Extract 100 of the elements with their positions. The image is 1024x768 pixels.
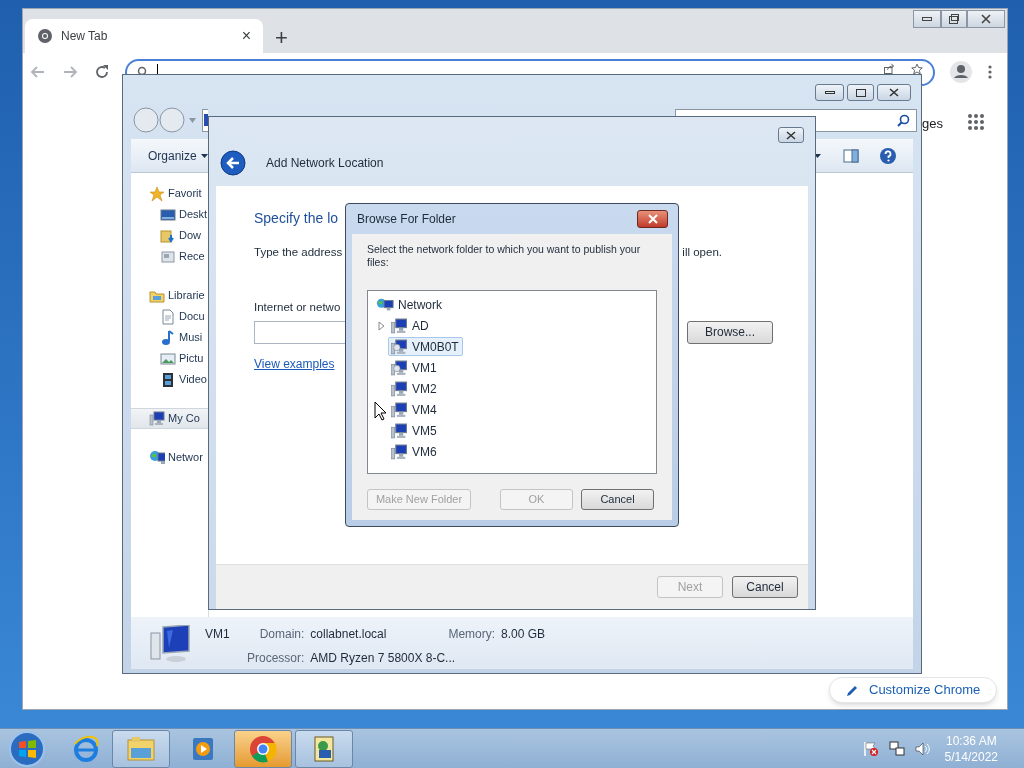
wizard-heading: Specify the lo — [254, 209, 339, 229]
computer-icon — [149, 410, 165, 427]
new-tab-button[interactable]: + — [275, 27, 288, 49]
computer-small-icon — [204, 114, 208, 126]
close-button[interactable] — [877, 84, 911, 101]
taskbar-button[interactable] — [112, 729, 170, 768]
menu-icon[interactable] — [987, 64, 993, 80]
action-center-flag-icon[interactable] — [862, 740, 879, 757]
clock-time: 10:36 AM — [945, 732, 997, 749]
profile-icon[interactable] — [949, 60, 973, 84]
field-label: Processor: — [247, 650, 305, 667]
customize-chrome-button[interactable]: Customize Chrome — [829, 677, 998, 703]
tree-item[interactable]: AD — [388, 316, 433, 335]
music-icon — [160, 329, 176, 346]
maximize-icon — [855, 88, 866, 97]
field-value: 8.00 GB — [501, 626, 547, 643]
browse-button[interactable]: Browse... — [687, 320, 773, 344]
taskbar-button[interactable] — [295, 729, 353, 768]
field-label: Internet or netwo — [254, 300, 341, 316]
images-link[interactable]: ges — [922, 114, 943, 134]
taskbar-button[interactable] — [234, 729, 292, 768]
computer-icon — [390, 422, 408, 439]
nav-item[interactable]: Librarie — [131, 285, 208, 306]
computer-icon — [390, 443, 408, 460]
nav-item[interactable]: Deskt — [131, 204, 208, 225]
video-icon — [160, 371, 176, 388]
help-icon[interactable] — [879, 146, 897, 165]
start-button-icon[interactable] — [7, 728, 47, 768]
minimize-icon — [824, 91, 835, 94]
computer-name: VM1 — [205, 626, 231, 643]
close-icon — [785, 130, 797, 140]
internet-explorer-icon — [71, 733, 101, 764]
star-icon — [149, 185, 165, 202]
network-icon — [149, 449, 165, 466]
folder-icon — [160, 227, 176, 244]
field-value: collabnet.local — [310, 626, 388, 643]
nav-item[interactable]: Favorit — [131, 183, 208, 204]
nav-item[interactable]: Dow — [131, 225, 208, 246]
chrome-logo-icon — [37, 28, 53, 44]
pictures-icon — [160, 350, 176, 367]
maximize-icon — [949, 14, 959, 24]
minimize-icon — [922, 17, 932, 21]
network-icon — [376, 296, 394, 313]
address-field[interactable] — [202, 108, 208, 132]
tree-item[interactable]: Network — [368, 294, 656, 315]
nav-item[interactable]: Rece — [131, 246, 208, 267]
shared-computer-icon — [390, 359, 408, 376]
close-icon — [981, 14, 991, 24]
close-icon — [646, 214, 659, 224]
reload-icon[interactable] — [93, 63, 111, 81]
minimize-button[interactable] — [815, 84, 844, 101]
wizard-title: Add Network Location — [266, 154, 384, 172]
dialog-title: Browse For Folder — [357, 211, 456, 228]
close-icon — [889, 88, 899, 97]
chrome-icon — [248, 733, 278, 764]
caret-icon — [200, 153, 208, 158]
minimize-button[interactable] — [913, 10, 941, 28]
network-status-icon[interactable] — [888, 740, 905, 757]
nav-item[interactable]: Pictu — [131, 348, 208, 369]
share-icon[interactable] — [883, 62, 895, 75]
nav-item[interactable]: Docu — [131, 306, 208, 327]
volume-icon[interactable] — [914, 740, 931, 757]
close-button[interactable] — [967, 10, 1005, 28]
search-icon — [897, 113, 910, 127]
mouse-cursor-icon — [374, 401, 387, 421]
computer-large-icon — [149, 625, 193, 663]
pencil-icon — [846, 683, 859, 697]
view-examples-link[interactable]: View examples — [254, 354, 335, 373]
caret-icon[interactable] — [814, 153, 821, 158]
clock-date: 5/14/2022 — [944, 748, 998, 765]
field-label: Domain: — [258, 626, 305, 643]
tree-item[interactable]: VM2 — [388, 379, 441, 398]
computer-icon — [390, 317, 408, 334]
close-button[interactable] — [778, 127, 804, 143]
expand-arrow-icon[interactable] — [376, 320, 386, 331]
tree-item[interactable]: VM1 — [388, 358, 441, 377]
field-value: AMD Ryzen 7 5800X 8-C... — [310, 650, 457, 667]
tree-item[interactable]: VM5 — [388, 421, 441, 440]
nav-item[interactable]: Networ — [131, 447, 208, 468]
maximize-button[interactable] — [941, 10, 967, 28]
tree-item[interactable]: VM0B0T — [388, 337, 463, 356]
tree-item[interactable]: VM4 — [388, 400, 441, 419]
instruction-text: ill open. — [682, 245, 722, 261]
nav-item[interactable]: My Co — [131, 408, 208, 429]
apps-grid-icon[interactable] — [967, 113, 985, 131]
nav-item[interactable]: Musi — [131, 327, 208, 348]
wizard-cancel-button[interactable]: Cancel — [732, 575, 798, 598]
desktop-icon — [160, 206, 176, 223]
close-button[interactable] — [637, 210, 668, 228]
organize-button[interactable]: Organize — [148, 146, 208, 165]
recent-places-icon — [160, 248, 176, 265]
browser-tab[interactable]: New Tab × — [25, 19, 263, 53]
computer-icon — [390, 401, 408, 418]
preview-pane-icon[interactable] — [843, 148, 859, 163]
star-outline-icon[interactable] — [911, 62, 923, 75]
tree-item[interactable]: VM6 — [388, 442, 441, 461]
tab-close-button[interactable]: × — [241, 28, 251, 44]
nav-item[interactable]: Video — [131, 369, 208, 390]
maximize-button[interactable] — [847, 84, 874, 101]
cancel-button[interactable]: Cancel — [581, 489, 654, 510]
